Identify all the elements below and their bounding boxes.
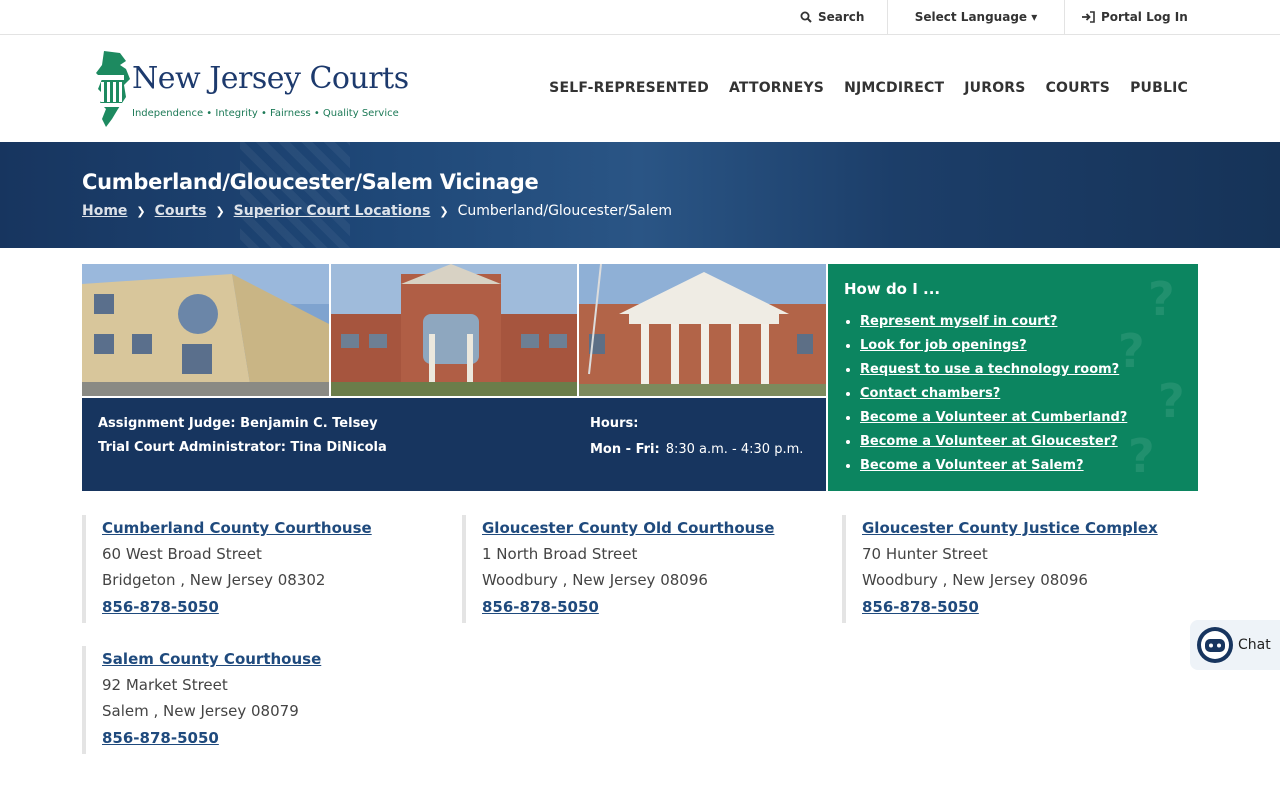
nav-attorneys[interactable]: ATTORNEYS: [729, 80, 824, 96]
portal-login-link[interactable]: Portal Log In: [1081, 0, 1191, 34]
question-mark-decoration-icon: ?: [1148, 272, 1175, 326]
question-mark-decoration-icon: ?: [1158, 374, 1185, 428]
location-card: Cumberland County Courthouse 60 West Bro…: [82, 515, 422, 623]
courthouse-photos: [82, 264, 827, 396]
page-banner: Cumberland/Gloucester/Salem Vicinage Hom…: [0, 142, 1280, 248]
logo-tagline: Independence • Integrity • Fairness • Qu…: [132, 108, 399, 119]
hours-label: Hours:: [590, 416, 639, 431]
site-header: New Jersey Courts Independence • Integri…: [0, 35, 1280, 142]
hours-time: 8:30 a.m. - 4:30 p.m.: [665, 442, 804, 457]
language-label: Select Language ▾: [914, 10, 1038, 24]
location-name-link[interactable]: Salem County Courthouse: [102, 646, 422, 672]
nav-self-represented[interactable]: SELF-REPRESENTED: [549, 80, 709, 96]
sign-in-icon: [1082, 11, 1095, 23]
chevron-right-icon: ❯: [215, 204, 225, 218]
chatbot-icon: [1197, 627, 1233, 663]
courthouse-photo-gloucester-old: [330, 264, 578, 396]
location-street: 60 West Broad Street: [102, 545, 262, 563]
location-phone-link[interactable]: 856-878-5050: [482, 593, 802, 621]
location-name-link[interactable]: Gloucester County Old Courthouse: [482, 515, 802, 541]
how-do-i-item[interactable]: Look for job openings?: [860, 334, 1127, 358]
how-do-i-item[interactable]: Request to use a technology room?: [860, 358, 1127, 382]
breadcrumb: Home ❯ Courts ❯ Superior Court Locations…: [82, 203, 672, 219]
site-logo[interactable]: New Jersey Courts Independence • Integri…: [90, 49, 409, 129]
breadcrumb-current: Cumberland/Gloucester/Salem: [457, 203, 673, 219]
utility-bar: Search Select Language ▾ Portal Log In: [0, 0, 1280, 35]
location-street: 1 North Broad Street: [482, 545, 638, 563]
search-label: Search: [818, 10, 865, 24]
trial-court-administrator: Trial Court Administrator: Tina DiNicola: [98, 440, 387, 455]
nav-public[interactable]: PUBLIC: [1130, 80, 1188, 96]
location-city: Woodbury , New Jersey 08096: [482, 571, 708, 589]
main-nav: SELF-REPRESENTED ATTORNEYS NJMCDIRECT JU…: [549, 80, 1188, 96]
location-street: 70 Hunter Street: [862, 545, 988, 563]
location-card: Gloucester County Justice Complex 70 Hun…: [842, 515, 1182, 623]
breadcrumb-home[interactable]: Home: [82, 203, 127, 219]
breadcrumb-courts[interactable]: Courts: [155, 203, 207, 219]
location-phone-link[interactable]: 856-878-5050: [862, 593, 1182, 621]
hours-value: Mon - Fri: 8:30 a.m. - 4:30 p.m.: [590, 442, 803, 457]
courthouse-photo-gloucester-justice: [579, 264, 827, 396]
nav-courts[interactable]: COURTS: [1046, 80, 1111, 96]
how-do-i-title: How do I ...: [844, 280, 941, 298]
flag-decoration: [240, 142, 350, 248]
search-link[interactable]: Search: [800, 0, 886, 34]
how-do-i-item[interactable]: Represent myself in court?: [860, 310, 1127, 334]
how-do-i-item[interactable]: Contact chambers?: [860, 382, 1127, 406]
how-do-i-item[interactable]: Become a Volunteer at Salem?: [860, 454, 1127, 478]
nj-state-logo-icon: [96, 51, 130, 127]
portal-login-label: Portal Log In: [1101, 10, 1188, 24]
location-street: 92 Market Street: [102, 676, 228, 694]
question-mark-decoration-icon: ?: [1128, 429, 1155, 483]
hours-days: Mon - Fri:: [590, 442, 660, 457]
breadcrumb-superior-court-locations[interactable]: Superior Court Locations: [234, 203, 431, 219]
nav-jurors[interactable]: JURORS: [964, 80, 1025, 96]
location-phone-link[interactable]: 856-878-5050: [102, 724, 422, 752]
vicinage-info: Assignment Judge: Benjamin C. Telsey Tri…: [82, 398, 826, 491]
chat-label: Chat: [1238, 637, 1271, 653]
courthouse-photo-cumberland: [82, 264, 329, 396]
location-city: Salem , New Jersey 08079: [102, 702, 299, 720]
language-select[interactable]: Select Language ▾: [887, 0, 1065, 34]
logo-title: New Jersey Courts: [132, 61, 409, 96]
location-city: Bridgeton , New Jersey 08302: [102, 571, 326, 589]
location-card: Gloucester County Old Courthouse 1 North…: [462, 515, 802, 623]
location-name-link[interactable]: Cumberland County Courthouse: [102, 515, 422, 541]
location-card: Salem County Courthouse 92 Market Street…: [82, 646, 422, 754]
how-do-i-list: Represent myself in court? Look for job …: [860, 310, 1127, 478]
chat-widget-button[interactable]: Chat: [1190, 620, 1280, 670]
nav-njmcdirect[interactable]: NJMCDIRECT: [844, 80, 944, 96]
chevron-right-icon: ❯: [439, 204, 449, 218]
how-do-i-item[interactable]: Become a Volunteer at Gloucester?: [860, 430, 1127, 454]
chevron-right-icon: ❯: [136, 204, 146, 218]
page-title: Cumberland/Gloucester/Salem Vicinage: [82, 170, 539, 194]
location-name-link[interactable]: Gloucester County Justice Complex: [862, 515, 1182, 541]
location-phone-link[interactable]: 856-878-5050: [102, 593, 422, 621]
assignment-judge: Assignment Judge: Benjamin C. Telsey: [98, 416, 378, 431]
how-do-i-item[interactable]: Become a Volunteer at Cumberland?: [860, 406, 1127, 430]
search-icon: [800, 11, 812, 23]
location-city: Woodbury , New Jersey 08096: [862, 571, 1088, 589]
how-do-i-panel: ? ? ? ? How do I ... Represent myself in…: [828, 264, 1198, 491]
